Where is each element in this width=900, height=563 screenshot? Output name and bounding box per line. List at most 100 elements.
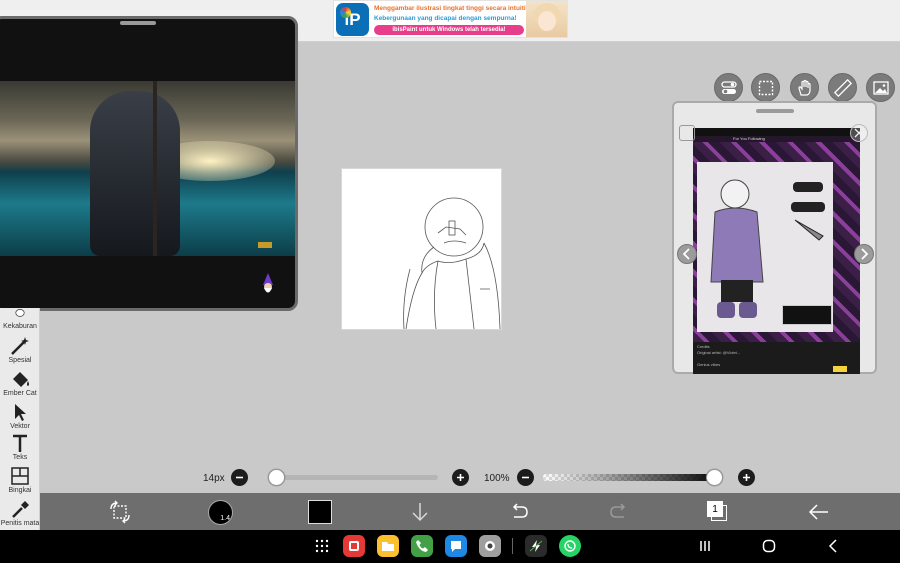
video-window-handle[interactable]: [120, 21, 156, 25]
camera-icon: [485, 541, 495, 551]
text-icon: [13, 434, 27, 452]
tool-label: Ember Cat: [3, 390, 37, 397]
caption-line-3: Genius vibes: [697, 362, 721, 367]
dock-whatsapp[interactable]: [559, 535, 581, 557]
color-picker-button[interactable]: [308, 500, 332, 524]
folder-icon: [382, 542, 394, 551]
app-drawer-button[interactable]: [314, 538, 330, 554]
tool-label: Teks: [12, 454, 28, 461]
plus-icon: [457, 474, 464, 481]
reference-prev-button[interactable]: [677, 244, 697, 264]
recents-button[interactable]: [697, 538, 713, 554]
dock-camera[interactable]: [479, 535, 501, 557]
opacity-increase-button[interactable]: [738, 469, 755, 486]
transform-tool-button[interactable]: [107, 499, 133, 525]
dock-phone[interactable]: [411, 535, 433, 557]
caption-line-2: Original artist: @Violet...: [697, 350, 741, 355]
tool-blur[interactable]: Kekaburan: [0, 308, 40, 330]
recents-icon: [700, 541, 710, 551]
redo-button[interactable]: [606, 499, 632, 525]
minus-icon: [522, 476, 529, 479]
reference-tabs: For You Following: [733, 136, 765, 141]
ad-line-2: Kebergunaan yang dicapai dengan sempurna…: [374, 15, 517, 22]
reference-character-card: [697, 162, 833, 332]
bottom-toolbar: [40, 493, 900, 530]
selection-icon: [758, 80, 774, 96]
chevron-right-icon: [861, 248, 869, 260]
brush-size-slider-track[interactable]: [268, 475, 438, 480]
dock-app-red[interactable]: [343, 535, 365, 557]
image-icon: [873, 81, 889, 95]
tool-frame[interactable]: Bingkai: [0, 466, 40, 494]
reference-window[interactable]: For You Following Credits Original artis…: [672, 101, 877, 374]
reference-close-button[interactable]: [850, 124, 868, 142]
app-red-icon: [349, 541, 359, 551]
reference-title-banner: [782, 305, 832, 325]
opacity-decrease-button[interactable]: [517, 469, 534, 486]
brush-size-slider-thumb[interactable]: [268, 469, 285, 486]
plus-icon: [743, 474, 750, 481]
brush-size-increase-button[interactable]: [452, 469, 469, 486]
reference-image: For You Following Credits Original artis…: [693, 128, 860, 374]
reference-window-handle[interactable]: [756, 109, 794, 113]
layer-count: 1: [707, 501, 723, 517]
frame-icon: [11, 467, 29, 485]
lightning-icon: [529, 540, 543, 552]
grid-icon: [315, 539, 329, 553]
tool-vector[interactable]: Vektor: [0, 402, 40, 430]
tool-label: Spesial: [8, 357, 32, 364]
ad-banner[interactable]: iP Menggambar ilustrasi tingkat tinggi s…: [333, 0, 568, 38]
sketch-drawing: [403, 197, 501, 330]
dock-my-files[interactable]: [377, 535, 399, 557]
tool-eyedropper[interactable]: Penitis mata: [0, 499, 40, 527]
whatsapp-icon: [564, 540, 576, 552]
image-button[interactable]: [866, 73, 895, 102]
tool-paint-bucket[interactable]: Ember Cat: [0, 369, 40, 397]
video-rope: [153, 81, 157, 256]
brush-size-text: 1.4: [220, 515, 230, 522]
tool-special[interactable]: Spesial: [0, 336, 40, 364]
brush-button[interactable]: 1.4: [208, 500, 233, 525]
reference-props: [791, 182, 825, 241]
tool-label: Bingkai: [8, 487, 32, 494]
reference-next-button[interactable]: [854, 244, 874, 264]
redo-icon: [610, 503, 626, 518]
video-character: [90, 91, 180, 256]
tool-label: Vektor: [10, 423, 30, 430]
dock-messages[interactable]: [445, 535, 467, 557]
drawing-canvas[interactable]: [341, 168, 502, 330]
chevron-left-icon: [828, 539, 837, 553]
message-icon: [451, 541, 461, 552]
opacity-slider-thumb[interactable]: [706, 469, 723, 486]
dock-recent-app[interactable]: [525, 535, 547, 557]
dock-divider: [512, 538, 513, 554]
chevron-left-icon: [682, 248, 690, 260]
layers-button[interactable]: 1: [707, 501, 729, 523]
back-button[interactable]: [806, 499, 832, 525]
tool-text[interactable]: Teks: [0, 433, 40, 461]
ruler-button[interactable]: [828, 73, 857, 102]
video-badge: [258, 242, 272, 248]
close-icon: [854, 128, 864, 138]
hand-button[interactable]: [790, 73, 819, 102]
brush-size-decrease-button[interactable]: [231, 469, 248, 486]
ruler-icon: [834, 79, 852, 97]
video-frame: [0, 81, 295, 256]
home-button[interactable]: [761, 538, 777, 554]
wizard-icon[interactable]: [260, 273, 276, 295]
opacity-slider-track[interactable]: [543, 474, 723, 481]
phone-icon: [416, 540, 428, 552]
tool-label: Penitis mata: [0, 520, 40, 527]
undo-button[interactable]: [506, 499, 532, 525]
system-back-button[interactable]: [826, 538, 842, 554]
home-icon: [762, 539, 776, 553]
arrow-down-icon: [412, 503, 428, 522]
floating-video-window[interactable]: [0, 16, 298, 311]
toggle-button[interactable]: [714, 73, 743, 102]
tool-label: Kekaburan: [3, 323, 37, 330]
reference-square-icon[interactable]: [679, 125, 695, 141]
cursor-arrow-icon: [15, 404, 26, 421]
ad-character-image: [526, 1, 567, 37]
download-button[interactable]: [407, 499, 433, 525]
selection-button[interactable]: [751, 73, 780, 102]
